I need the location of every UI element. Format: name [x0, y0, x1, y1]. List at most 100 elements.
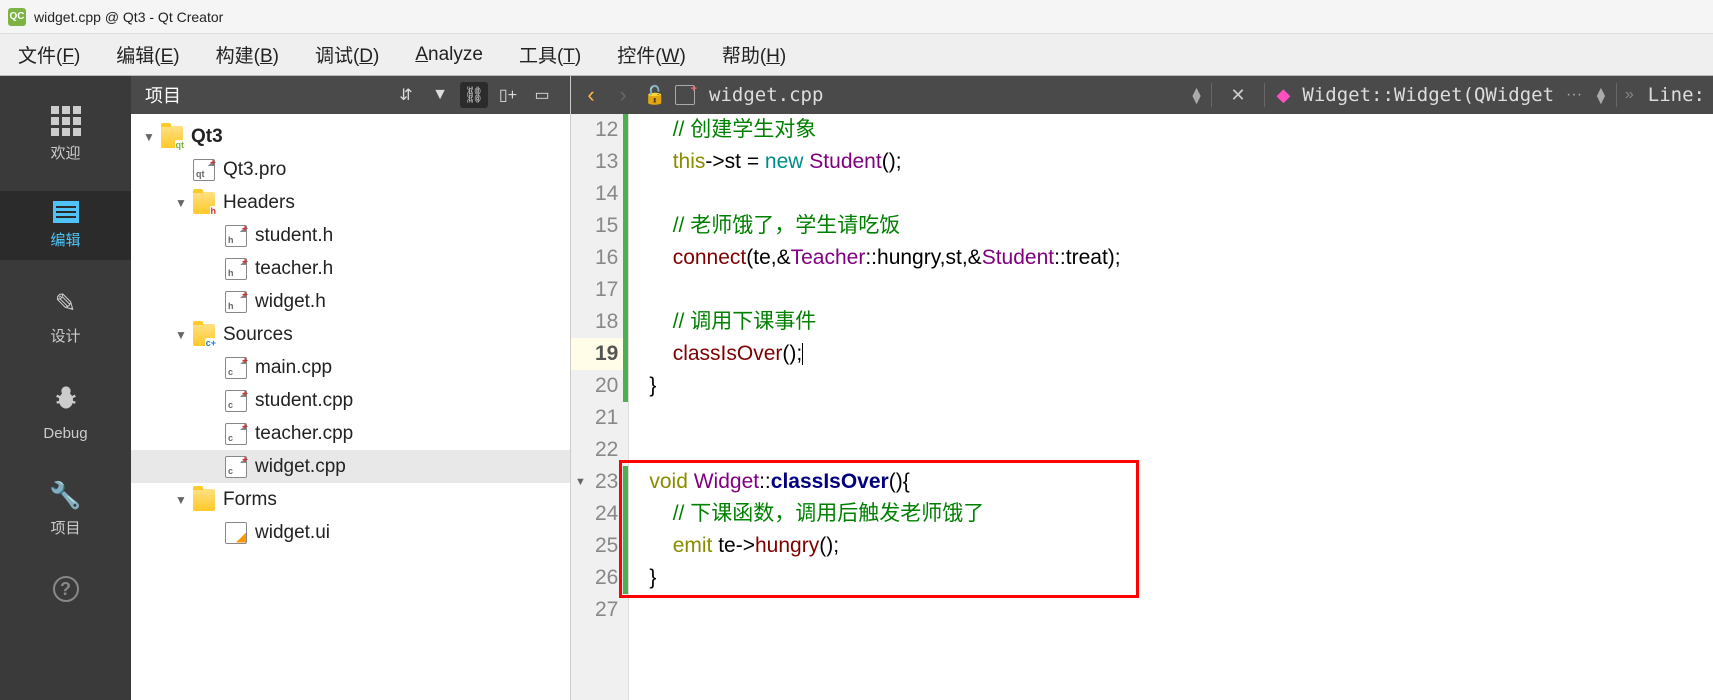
line-number[interactable]: 14 — [571, 178, 628, 210]
line-number[interactable]: 25 — [571, 530, 628, 562]
tree-node-Headers[interactable]: ▼hHeaders — [131, 186, 570, 219]
line-number[interactable]: 27 — [571, 594, 628, 626]
menubar: 文件(F) 编辑(E) 构建(B) 调试(D) Analyze 工具(T) 控件(W) 帮助(… — [0, 34, 1713, 76]
symbol-switcher-icon[interactable]: ▲▼ — [1594, 87, 1608, 103]
line-number[interactable]: 19 — [571, 338, 628, 370]
expand-icon[interactable]: » — [1625, 86, 1634, 104]
tree-label: student.cpp — [255, 390, 353, 412]
tree-node-student.cpp[interactable]: +cstudent.cpp — [131, 384, 570, 417]
code-line[interactable]: this->st = new Student(); — [649, 146, 1713, 178]
file-icon: +h — [225, 291, 247, 313]
editor-filename[interactable]: widget.cpp — [709, 84, 823, 106]
tree-label: Forms — [223, 489, 277, 511]
code-line[interactable]: // 老师饿了，学生请吃饭 — [649, 210, 1713, 242]
line-number[interactable]: 23▼ — [571, 466, 628, 498]
line-number[interactable]: 17 — [571, 274, 628, 306]
menu-item[interactable]: 调试(D) — [315, 41, 379, 68]
tree-node-Qt3.pro[interactable]: +qtQt3.pro — [131, 153, 570, 186]
line-number[interactable]: 18 — [571, 306, 628, 338]
mode-pencil[interactable]: ✎设计 — [0, 278, 131, 356]
lock-icon[interactable]: 🔓 — [643, 85, 667, 106]
code-line[interactable] — [649, 178, 1713, 210]
tree-label: Sources — [223, 324, 293, 346]
link-icon[interactable]: ⛓ — [460, 82, 488, 108]
code-line[interactable]: connect(te,&Teacher::hungry,st,&Student:… — [649, 242, 1713, 274]
line-number[interactable]: 13 — [571, 146, 628, 178]
tree-label: Headers — [223, 192, 295, 214]
symbol-diamond-icon: ◆ — [1277, 85, 1291, 106]
file-icon: +c — [225, 357, 247, 379]
line-number[interactable]: 22 — [571, 434, 628, 466]
mode-label: 设计 — [50, 325, 80, 346]
tree-node-Qt3[interactable]: ▼qtQt3 — [131, 120, 570, 153]
project-tree[interactable]: ▼qtQt3+qtQt3.pro▼hHeaders+hstudent.h+hte… — [131, 114, 570, 700]
editor-symbol[interactable]: Widget::Widget(QWidget — [1302, 84, 1554, 106]
mode-grid[interactable]: 欢迎 — [0, 96, 131, 173]
project-toolbar: ⇵ ▼ ⛓ ▯+ ▭ — [392, 82, 556, 108]
code-line[interactable] — [649, 402, 1713, 434]
code-line[interactable] — [649, 594, 1713, 626]
tree-node-teacher.h[interactable]: +hteacher.h — [131, 252, 570, 285]
tree-node-Sources[interactable]: ▼c+Sources — [131, 318, 570, 351]
line-number[interactable]: 26 — [571, 562, 628, 594]
tree-twisty-icon[interactable]: ▼ — [173, 196, 189, 210]
tree-node-teacher.cpp[interactable]: +cteacher.cpp — [131, 417, 570, 450]
tree-label: student.h — [255, 225, 333, 247]
line-number[interactable]: 20 — [571, 370, 628, 402]
menu-item[interactable]: 控件(W) — [617, 41, 686, 68]
close-editor-icon[interactable]: ✕ — [1230, 85, 1245, 106]
menu-item[interactable]: 工具(T) — [519, 41, 581, 68]
menu-item[interactable]: 构建(B) — [216, 41, 279, 68]
code-line[interactable] — [649, 274, 1713, 306]
view-icon[interactable]: ▭ — [528, 82, 556, 108]
mode-wrench[interactable]: 🔧项目 — [0, 470, 131, 548]
line-gutter[interactable]: 121314151617181920212223▼24252627 — [571, 114, 629, 700]
nav-fwd-icon[interactable]: › — [611, 82, 635, 108]
edit-icon — [53, 201, 79, 223]
tree-node-widget.h[interactable]: +hwidget.h — [131, 285, 570, 318]
line-number[interactable]: 15 — [571, 210, 628, 242]
code-line[interactable]: classIsOver(); — [649, 338, 1713, 370]
split-add-icon[interactable]: ▯+ — [494, 82, 522, 108]
tree-twisty-icon[interactable]: ▼ — [173, 493, 189, 507]
project-panel: 项目 ⇵ ▼ ⛓ ▯+ ▭ ▼qtQt3+qtQt3.pro▼hHeaders+… — [131, 76, 571, 700]
tree-node-Forms[interactable]: ▼ Forms — [131, 483, 570, 516]
line-number[interactable]: 21 — [571, 402, 628, 434]
tree-twisty-icon[interactable]: ▼ — [173, 328, 189, 342]
filter-icon[interactable]: ▼ — [426, 82, 454, 108]
editor-panel: ‹ › 🔓 + widget.cpp ▲▼ ✕ ◆ Widget::Widget… — [571, 76, 1713, 700]
menu-item[interactable]: Analyze — [415, 44, 483, 66]
fold-icon[interactable]: ▼ — [575, 466, 586, 498]
editor-toolbar: ‹ › 🔓 + widget.cpp ▲▼ ✕ ◆ Widget::Widget… — [571, 76, 1713, 114]
line-number[interactable]: 12 — [571, 114, 628, 146]
mode-edit[interactable]: 编辑 — [0, 191, 131, 260]
code-line[interactable]: void Widget::classIsOver(){ — [649, 466, 1713, 498]
tree-twisty-icon[interactable]: ▼ — [141, 130, 157, 144]
code-line[interactable]: // 下课函数，调用后触发老师饿了 — [649, 498, 1713, 530]
code-editor[interactable]: 121314151617181920212223▼24252627 // 创建学… — [571, 114, 1713, 700]
sort-updown-icon[interactable]: ⇵ — [392, 82, 420, 108]
file-switcher-icon[interactable]: ▲▼ — [1190, 87, 1204, 103]
line-number[interactable]: 24 — [571, 498, 628, 530]
tree-node-main.cpp[interactable]: +cmain.cpp — [131, 351, 570, 384]
code-line[interactable]: } — [649, 370, 1713, 402]
line-number[interactable]: 16 — [571, 242, 628, 274]
menu-item[interactable]: 文件(F) — [18, 41, 80, 68]
tree-node-student.h[interactable]: +hstudent.h — [131, 219, 570, 252]
source-area[interactable]: // 创建学生对象 this->st = new Student(); // 老… — [629, 114, 1713, 700]
code-line[interactable]: emit te->hungry(); — [649, 530, 1713, 562]
menu-item[interactable]: 帮助(H) — [722, 41, 786, 68]
tree-node-widget.ui[interactable]: widget.ui — [131, 516, 570, 549]
mode-bug[interactable]: Debug — [0, 374, 131, 452]
menu-item[interactable]: 编辑(E) — [116, 41, 179, 68]
line-label[interactable]: Line: — [1648, 84, 1705, 106]
code-line[interactable]: // 创建学生对象 — [649, 114, 1713, 146]
code-line[interactable]: // 调用下课事件 — [649, 306, 1713, 338]
mode-help[interactable]: ? — [0, 566, 131, 612]
nav-back-icon[interactable]: ‹ — [579, 82, 603, 108]
tree-node-widget.cpp[interactable]: +cwidget.cpp — [131, 450, 570, 483]
code-line[interactable] — [649, 434, 1713, 466]
wrench-icon: 🔧 — [49, 480, 81, 511]
code-line[interactable]: } — [649, 562, 1713, 594]
tree-label: Qt3.pro — [223, 159, 286, 181]
